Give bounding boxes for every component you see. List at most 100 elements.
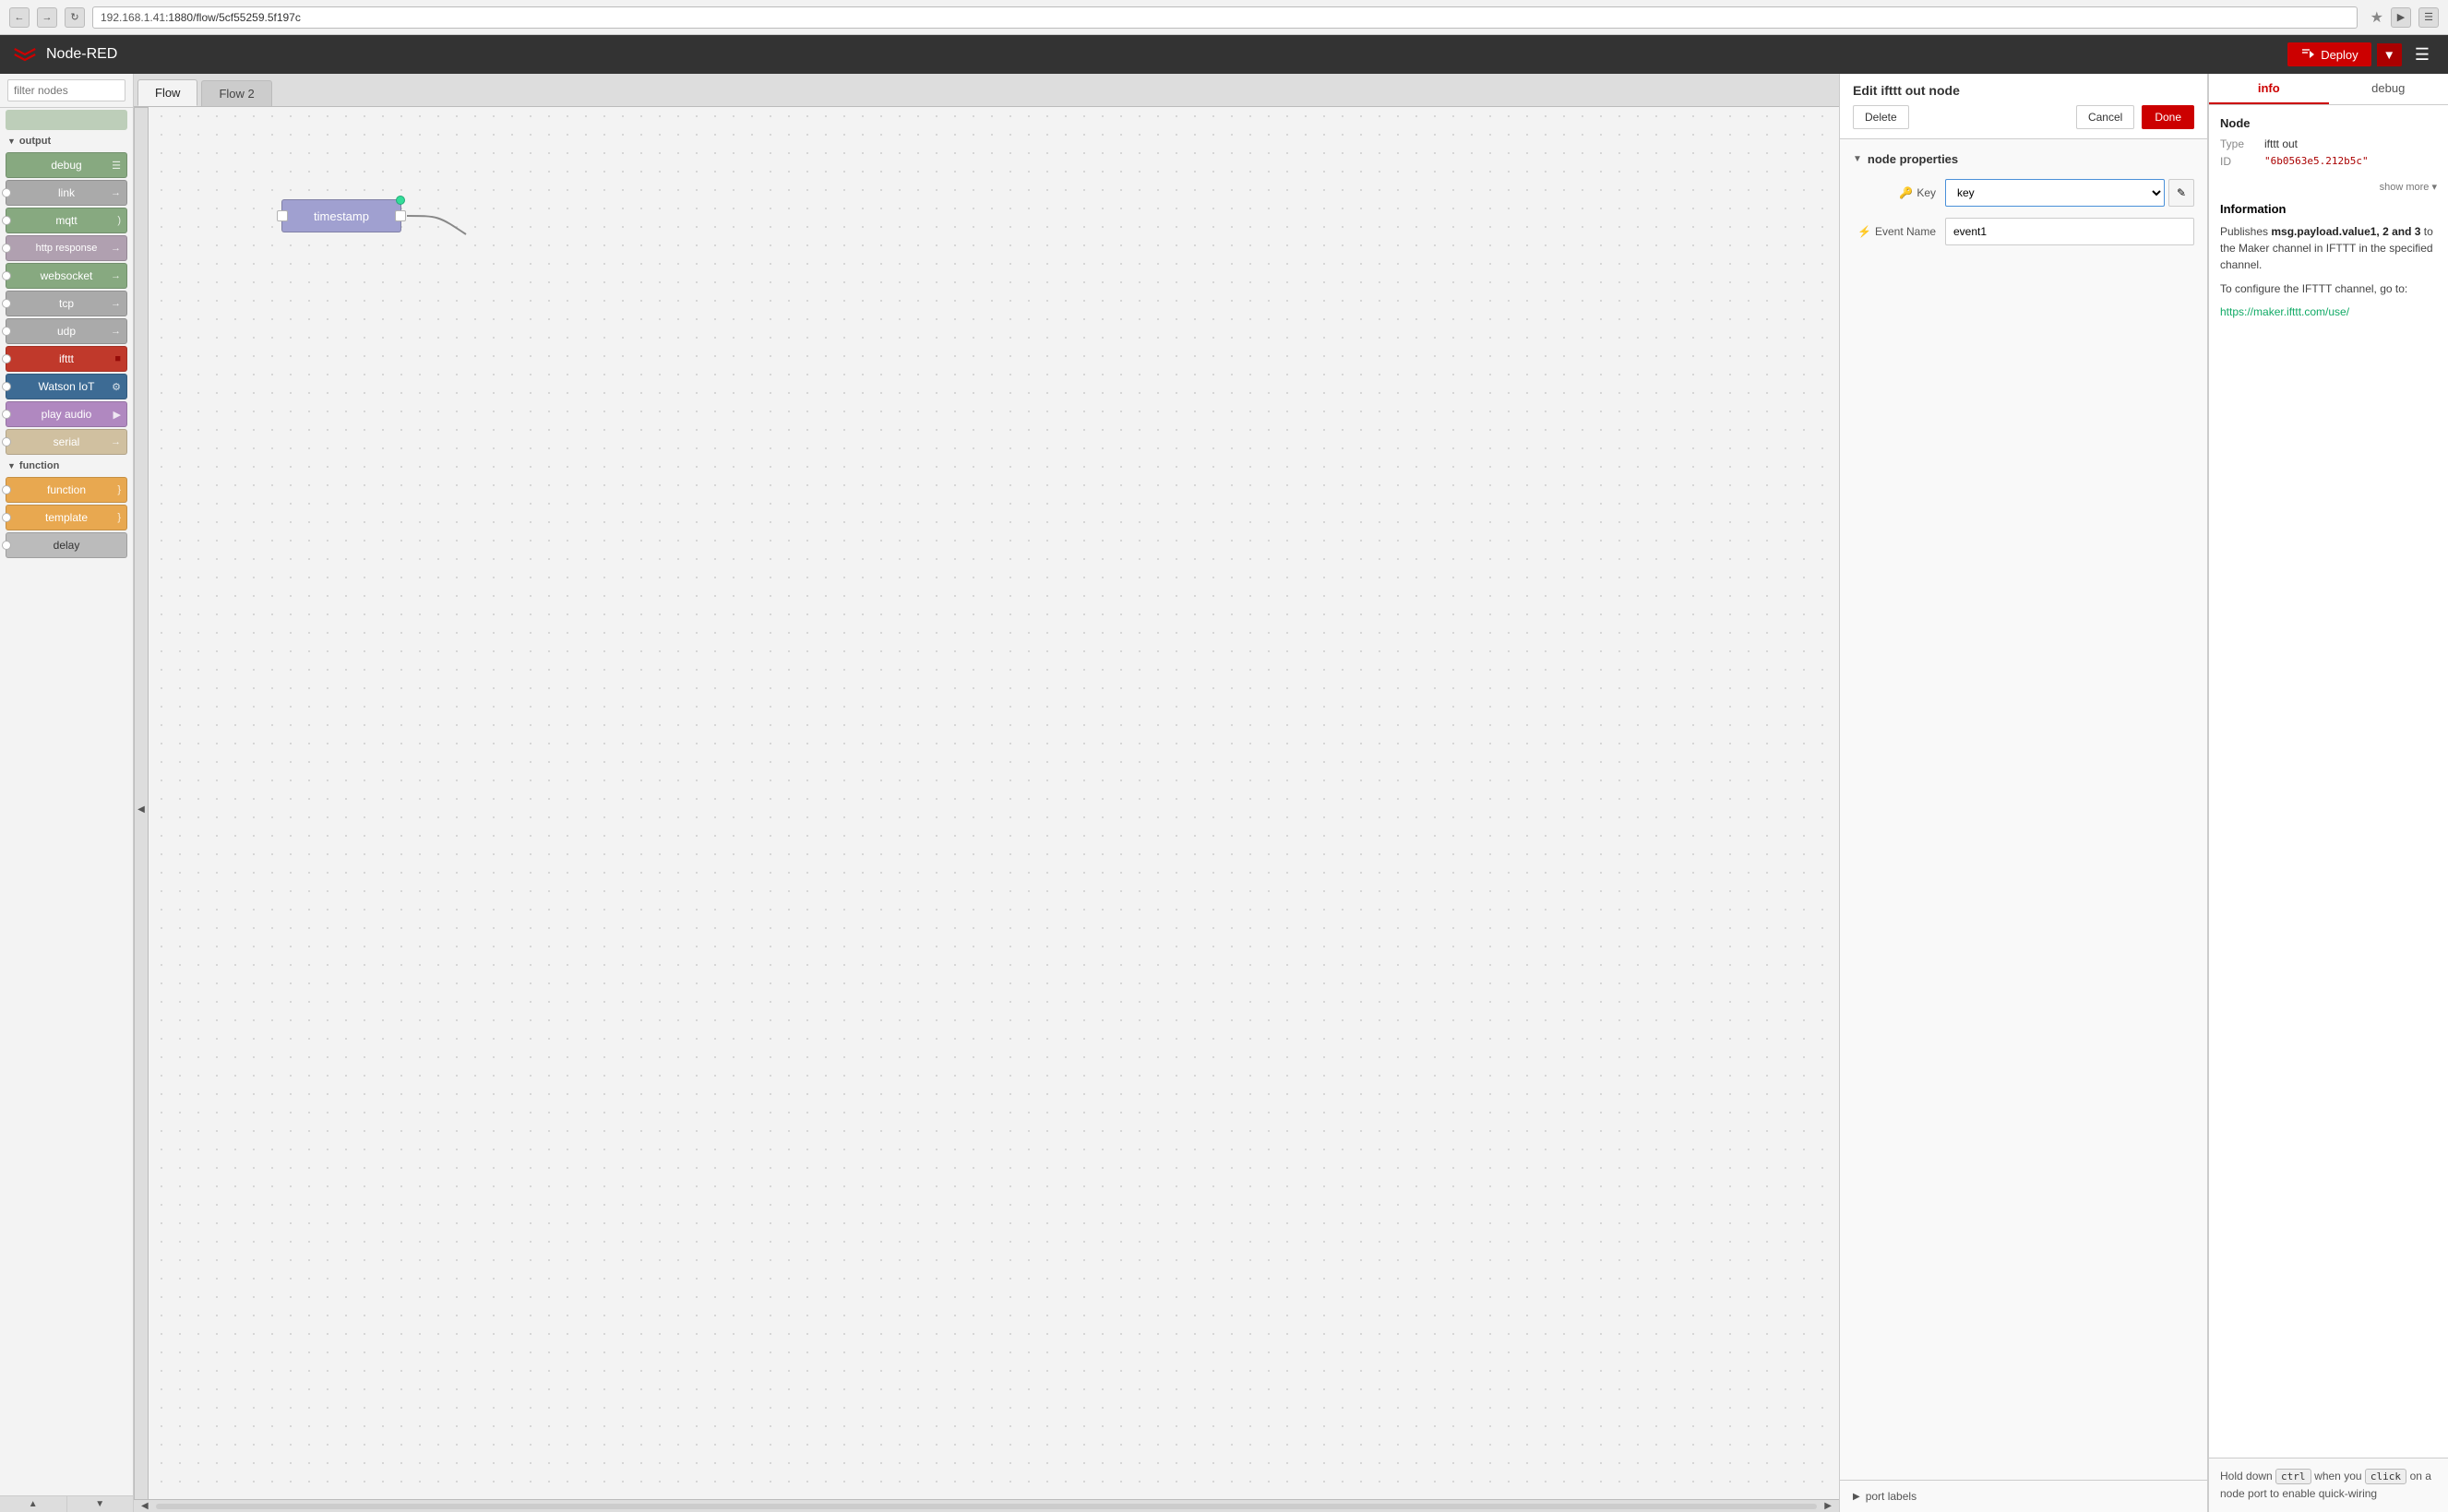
port-left-udp — [2, 327, 11, 336]
sidebar-node-tcp[interactable]: tcp → — [6, 291, 127, 316]
canvas-port-left-timestamp[interactable] — [277, 210, 288, 221]
canvas-scroll-bottom[interactable]: ◀ ▶ — [134, 1499, 1839, 1512]
sidebar-scroll-arrows: ▲ ▼ — [0, 1495, 133, 1512]
key-select[interactable]: key — [1945, 179, 2165, 207]
category-arrow-output: ▼ — [7, 137, 16, 146]
deploy-dropdown-button[interactable]: ▼ — [2377, 43, 2402, 66]
sidebar-node-function[interactable]: function } — [6, 477, 127, 503]
forward-button[interactable]: → — [37, 7, 57, 28]
node-label-mqtt: mqtt — [55, 214, 77, 227]
menu-button[interactable]: ☰ — [2418, 7, 2439, 28]
ctrl-kbd: ctrl — [2275, 1469, 2311, 1484]
sidebar-category-function[interactable]: ▼ function — [0, 457, 133, 475]
sidebar-node-partial[interactable] — [6, 110, 127, 130]
edit-panel-actions: Delete Cancel Done — [1853, 105, 2194, 129]
info-id-row: ID "6b0563e5.212b5c" — [2220, 155, 2437, 168]
node-label-function: function — [47, 483, 86, 496]
click-kbd: click — [2365, 1469, 2406, 1484]
app-logo: Node-RED — [11, 45, 117, 64]
deploy-button[interactable]: Deploy — [2287, 42, 2370, 66]
port-left-audio — [2, 410, 11, 419]
canvas-node-timestamp-label: timestamp — [314, 209, 369, 223]
port-left-serial — [2, 437, 11, 446]
event-name-input-wrap — [1945, 218, 2194, 245]
port-labels-arrow: ▶ — [1853, 1492, 1860, 1502]
node-label-link: link — [58, 186, 75, 199]
node-properties-section[interactable]: ▼ node properties — [1853, 152, 2194, 166]
node-properties-label: node properties — [1868, 152, 1958, 166]
tab-flow-2[interactable]: Flow 2 — [201, 80, 271, 106]
info-configure-text: To configure the IFTTT channel, go to: — [2220, 280, 2437, 297]
key-label-icon: 🔑 — [1899, 186, 1913, 199]
sidebar-category-output[interactable]: ▼ output — [0, 132, 133, 150]
search-input[interactable] — [7, 79, 125, 101]
sidebar-node-debug[interactable]: debug ☰ — [6, 152, 127, 178]
cast-button[interactable]: ▶ — [2391, 7, 2411, 28]
key-edit-button[interactable]: ✎ — [2168, 179, 2194, 207]
canvas-scroll-left[interactable]: ◀ — [134, 107, 149, 1512]
sidebar-node-serial[interactable]: serial → — [6, 429, 127, 455]
sidebar-node-watson-iot[interactable]: Watson IoT ⚙ — [6, 374, 127, 399]
app-header: Node-RED Deploy ▼ ☰ — [0, 35, 2448, 74]
port-left-ifttt — [2, 354, 11, 363]
canvas-node-timestamp[interactable]: timestamp — [281, 199, 401, 232]
info-node-title: Node — [2220, 116, 2437, 130]
info-panel: info debug Node Type ifttt out ID "6b056… — [2208, 74, 2448, 1512]
lightning-icon: ⚡ — [1857, 225, 1871, 238]
tab-flow-1[interactable]: Flow — [137, 79, 197, 106]
event-name-label: ⚡ Event Name — [1853, 225, 1936, 238]
watson-icon: ⚙ — [112, 381, 121, 393]
tab-info[interactable]: info — [2209, 74, 2329, 104]
url-path: /flow/5cf55259.5f197c — [193, 11, 301, 24]
delete-button[interactable]: Delete — [1853, 105, 1909, 129]
back-button[interactable]: ← — [9, 7, 30, 28]
sidebar-scroll-down[interactable]: ▼ — [67, 1496, 134, 1512]
node-label-watson-iot: Watson IoT — [39, 380, 95, 393]
sidebar-node-http-response[interactable]: http response → — [6, 235, 127, 261]
node-label-template: template — [45, 511, 88, 524]
main-menu-button[interactable]: ☰ — [2407, 42, 2437, 68]
done-button[interactable]: Done — [2142, 105, 2194, 129]
sidebar-node-websocket[interactable]: websocket → — [6, 263, 127, 289]
browser-bar: ← → ↻ 192.168.1.41 :1880 /flow/5cf55259.… — [0, 0, 2448, 35]
info-type-key: Type — [2220, 137, 2257, 150]
tab-debug[interactable]: debug — [2329, 74, 2448, 104]
info-ifttt-link[interactable]: https://maker.ifttt.com/use/ — [2220, 305, 2349, 318]
show-more-button[interactable]: show more ▾ — [2220, 181, 2437, 193]
address-bar[interactable]: 192.168.1.41 :1880 /flow/5cf55259.5f197c — [92, 6, 2358, 29]
sidebar-node-mqtt[interactable]: mqtt ) — [6, 208, 127, 233]
sidebar-search-area — [0, 74, 133, 108]
footer-when-text: when you — [2314, 1470, 2365, 1482]
sidebar-node-play-audio[interactable]: play audio ▶ — [6, 401, 127, 427]
sidebar-scroll-up[interactable]: ▲ — [0, 1496, 67, 1512]
serial-icon: → — [111, 436, 121, 447]
sidebar-scroll: ▼ output debug ☰ link → mqtt ) http resp… — [0, 108, 133, 1495]
info-type-value: ifttt out — [2264, 137, 2298, 150]
flow-canvas[interactable]: timestamp ◀ ◀ ▶ — [134, 107, 1839, 1512]
cancel-button[interactable]: Cancel — [2076, 105, 2134, 129]
canvas-port-right-timestamp[interactable] — [395, 210, 406, 221]
sidebar-node-udp[interactable]: udp → — [6, 318, 127, 344]
reload-button[interactable]: ↻ — [65, 7, 85, 28]
deploy-label: Deploy — [2321, 48, 2358, 62]
event-name-input[interactable] — [1945, 218, 2194, 245]
mqtt-icon: ) — [117, 215, 121, 226]
port-left-mqtt — [2, 216, 11, 225]
sidebar-node-link[interactable]: link → — [6, 180, 127, 206]
sidebar-node-delay[interactable]: delay — [6, 532, 127, 558]
port-labels-row[interactable]: ▶ port labels — [1853, 1490, 2194, 1503]
edit-panel-title: Edit ifttt out node — [1853, 83, 2194, 98]
url-protocol: 192.168.1.41 — [101, 11, 165, 24]
canvas-area: Flow Flow 2 timestamp ◀ ◀ ▶ — [134, 74, 1839, 1512]
port-left-delay — [2, 541, 11, 550]
nodered-logo-icon — [11, 45, 39, 64]
audio-icon: ▶ — [113, 409, 121, 421]
info-information-section: Information Publishes msg.payload.value1… — [2220, 202, 2437, 318]
bookmark-icon[interactable]: ★ — [2370, 8, 2383, 27]
info-id-key: ID — [2220, 155, 2257, 168]
sidebar-node-template[interactable]: template } — [6, 505, 127, 530]
http-icon: → — [111, 243, 121, 254]
node-label-udp: udp — [57, 325, 76, 338]
sidebar-node-ifttt[interactable]: ifttt ■ — [6, 346, 127, 372]
info-information-title: Information — [2220, 202, 2437, 216]
